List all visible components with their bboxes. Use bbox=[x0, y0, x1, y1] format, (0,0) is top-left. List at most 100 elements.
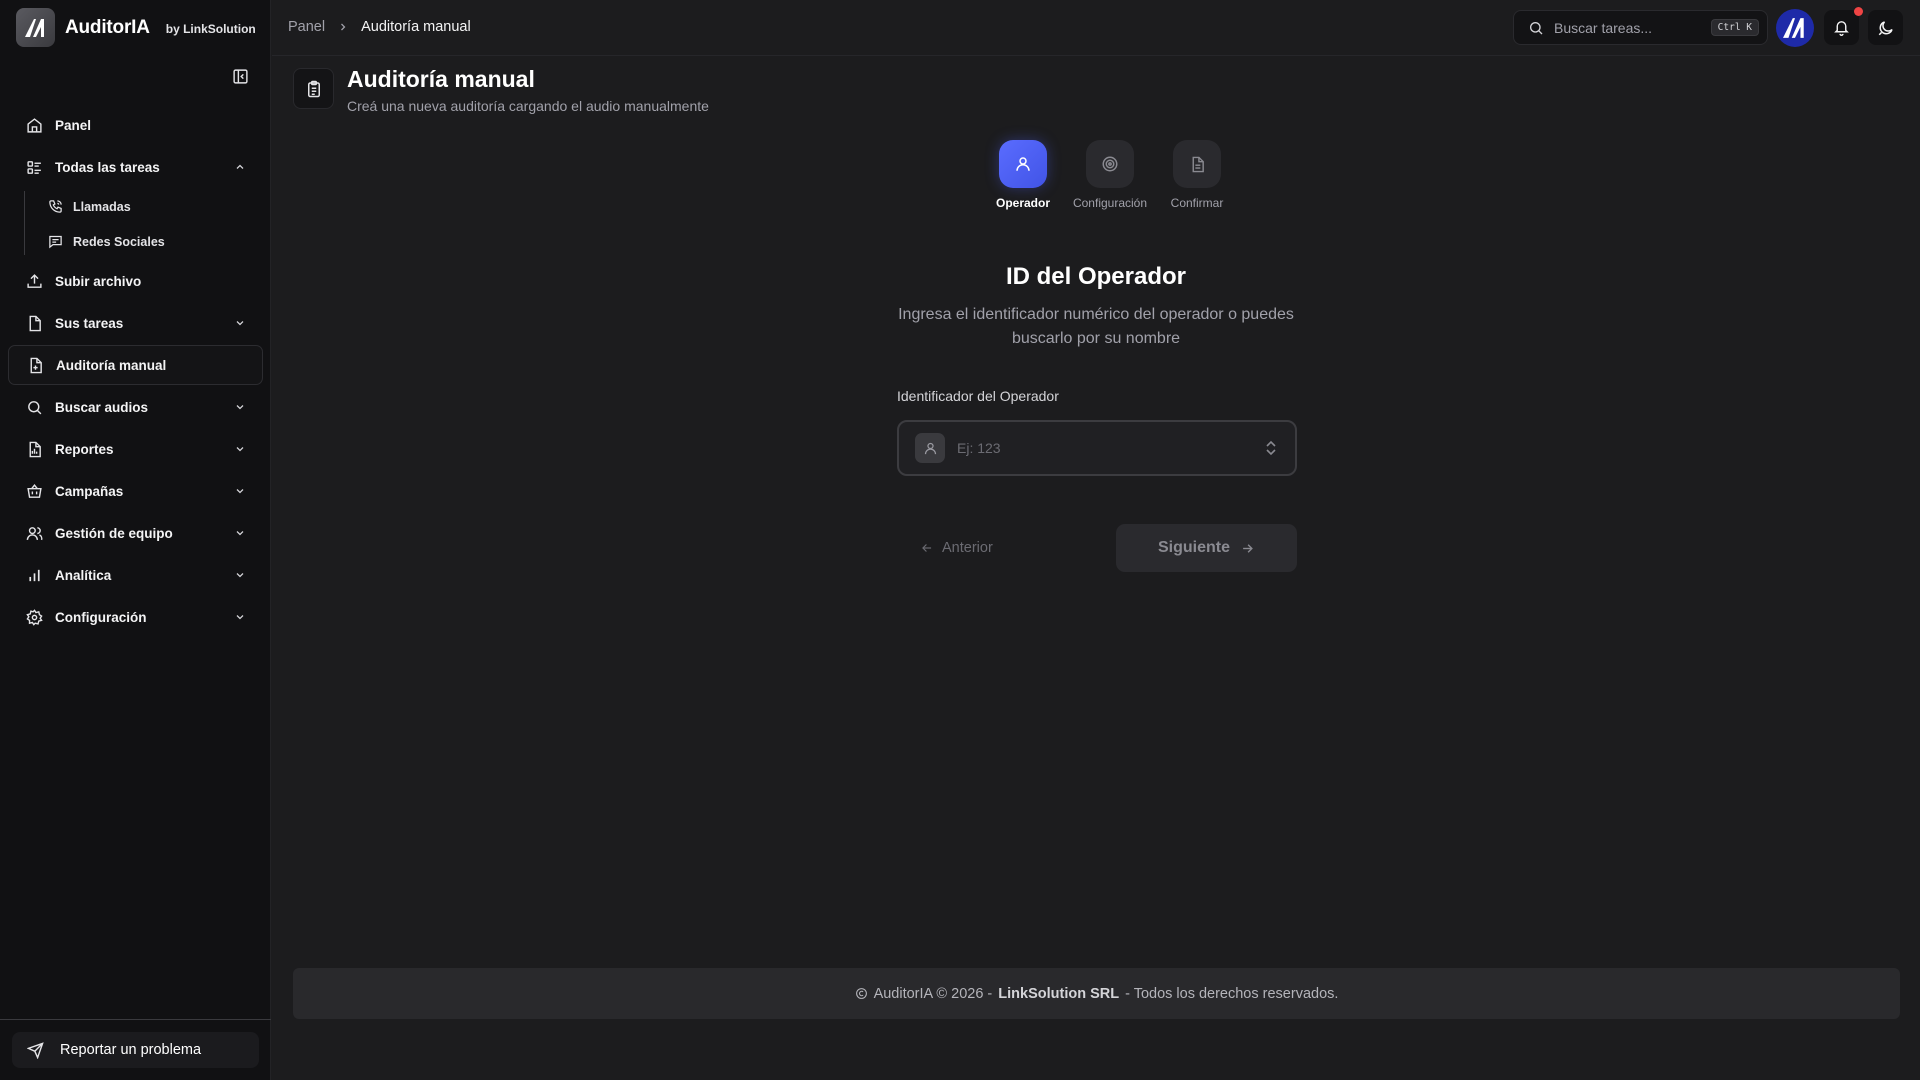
sidebar-item-analitica[interactable]: Analítica bbox=[8, 555, 263, 595]
stepper: Operador Configuración Confirmar bbox=[976, 140, 1236, 220]
step-confirmar[interactable]: Confirmar bbox=[1147, 140, 1247, 210]
sidebar-footer: Reportar un problema bbox=[0, 1019, 271, 1080]
sidebar-item-buscar-audios[interactable]: Buscar audios bbox=[8, 387, 263, 427]
message-icon bbox=[48, 234, 63, 249]
notifications-button[interactable] bbox=[1824, 10, 1859, 45]
report-icon bbox=[25, 440, 43, 458]
sidebar-item-label: Reportes bbox=[55, 441, 114, 457]
chart-icon bbox=[25, 566, 43, 584]
step-configuracion[interactable]: Configuración bbox=[1060, 140, 1160, 210]
gear-icon bbox=[25, 608, 43, 626]
campaign-icon bbox=[25, 482, 43, 500]
sidebar-item-configuracion[interactable]: Configuración bbox=[8, 597, 263, 637]
sidebar-item-label: Configuración bbox=[55, 609, 147, 625]
sidebar-item-campanas[interactable]: Campañas bbox=[8, 471, 263, 511]
document-icon bbox=[1173, 140, 1221, 188]
sidebar-item-label: Auditoría manual bbox=[56, 357, 167, 373]
brand-name: AuditorIA bbox=[65, 16, 150, 38]
sidebar-item-panel[interactable]: Panel bbox=[8, 105, 263, 145]
step-label: Operador bbox=[995, 196, 1050, 210]
chevron-down-icon[interactable] bbox=[233, 316, 247, 330]
brand-logo-icon bbox=[16, 8, 55, 47]
operator-id-label: Identificador del Operador bbox=[897, 388, 1059, 404]
step-label: Configuración bbox=[1072, 196, 1148, 210]
stepper-arrows-icon[interactable] bbox=[1261, 440, 1281, 456]
operator-id-field[interactable] bbox=[897, 420, 1297, 476]
sidebar-item-label: Gestión de equipo bbox=[55, 525, 173, 541]
sidebar-collapse-icon[interactable] bbox=[229, 65, 251, 87]
sidebar-item-auditoria-manual[interactable]: Auditoría manual bbox=[8, 345, 263, 385]
brand[interactable]: AuditorIA by LinkSolution bbox=[16, 8, 256, 47]
send-icon bbox=[27, 1041, 44, 1059]
bell-icon bbox=[1833, 19, 1850, 36]
sidebar-item-label: Analítica bbox=[55, 567, 112, 583]
topbar: Panel Auditoría manual Buscar tareas... … bbox=[272, 0, 1920, 56]
arrow-right-icon bbox=[1240, 541, 1255, 556]
report-problem-label: Reportar un problema bbox=[60, 1042, 202, 1058]
footer-prefix: AuditorIA © 2026 - bbox=[873, 985, 993, 1002]
page-title: Auditoría manual bbox=[347, 66, 535, 92]
sidebar-item-label: Campañas bbox=[55, 483, 124, 499]
tasks-icon bbox=[25, 158, 43, 176]
breadcrumb-root[interactable]: Panel bbox=[288, 19, 325, 35]
user-icon bbox=[915, 433, 945, 463]
next-button[interactable]: Siguiente bbox=[1116, 524, 1297, 572]
footer-company: LinkSolution SRL bbox=[998, 985, 1120, 1002]
users-icon bbox=[25, 524, 43, 542]
chevron-down-icon[interactable] bbox=[233, 568, 247, 582]
chevron-down-icon[interactable] bbox=[233, 526, 247, 540]
breadcrumb: Panel Auditoría manual bbox=[288, 19, 471, 35]
next-label: Siguiente bbox=[1157, 539, 1230, 556]
sidebar-item-label: Panel bbox=[55, 117, 92, 133]
step-label: Confirmar bbox=[1170, 196, 1224, 210]
sidebar-item-reportes[interactable]: Reportes bbox=[8, 429, 263, 469]
home-icon bbox=[25, 116, 43, 134]
sidebar-item-gestion-de-equipo[interactable]: Gestión de equipo bbox=[8, 513, 263, 553]
sidebar-item-label: Todas las tareas bbox=[55, 159, 160, 175]
page-subtitle: Creá una nueva auditoría cargando el aud… bbox=[347, 98, 709, 114]
previous-label: Anterior bbox=[942, 540, 993, 556]
user-icon bbox=[999, 140, 1047, 188]
breadcrumb-current: Auditoría manual bbox=[361, 19, 471, 35]
brand-byline: by LinkSolution bbox=[165, 22, 256, 36]
phone-icon bbox=[48, 199, 63, 214]
footer-suffix: - Todos los derechos reservados. bbox=[1125, 985, 1339, 1002]
search-shortcut-badge: Ctrl K bbox=[1710, 19, 1759, 36]
theme-toggle-button[interactable] bbox=[1868, 10, 1903, 45]
chevron-down-icon[interactable] bbox=[233, 442, 247, 456]
report-problem-button[interactable]: Reportar un problema bbox=[12, 1032, 259, 1068]
sidebar-nav: Panel Todas las tareas Llamadas Redes So… bbox=[8, 105, 263, 639]
chevron-down-icon[interactable] bbox=[233, 610, 247, 624]
sidebar-item-label: Llamadas bbox=[73, 199, 131, 214]
step-operador[interactable]: Operador bbox=[973, 140, 1073, 210]
sidebar-item-label: Sus tareas bbox=[55, 315, 124, 331]
file-plus-icon bbox=[26, 356, 44, 374]
search-input[interactable]: Buscar tareas... Ctrl K bbox=[1513, 10, 1768, 45]
sidebar-item-label: Subir archivo bbox=[55, 273, 142, 289]
sidebar-item-llamadas[interactable]: Llamadas bbox=[24, 189, 263, 224]
arrow-left-icon bbox=[920, 541, 934, 555]
sidebar: AuditorIA by LinkSolution Panel Todas la… bbox=[0, 0, 271, 1080]
search-icon bbox=[1528, 20, 1544, 36]
sidebar-item-subir-archivo[interactable]: Subir archivo bbox=[8, 261, 263, 301]
clipboard-icon bbox=[293, 68, 334, 109]
chevron-down-icon[interactable] bbox=[233, 484, 247, 498]
previous-button[interactable]: Anterior bbox=[920, 533, 993, 563]
sidebar-item-todas-las-tareas[interactable]: Todas las tareas bbox=[8, 147, 263, 187]
sidebar-item-redes-sociales[interactable]: Redes Sociales bbox=[24, 224, 263, 259]
notification-dot bbox=[1854, 7, 1863, 16]
chevron-down-icon[interactable] bbox=[233, 400, 247, 414]
page-header: Auditoría manual Creá una nueva auditorí… bbox=[293, 66, 709, 114]
avatar[interactable] bbox=[1776, 9, 1814, 47]
form-title: ID del Operador bbox=[1005, 263, 1187, 290]
search-placeholder: Buscar tareas... bbox=[1554, 19, 1653, 36]
search-icon bbox=[25, 398, 43, 416]
operator-id-input[interactable] bbox=[957, 440, 1261, 456]
file-icon bbox=[25, 314, 43, 332]
sidebar-item-label: Buscar audios bbox=[55, 399, 149, 415]
sidebar-item-label: Redes Sociales bbox=[73, 234, 165, 249]
moon-sun-icon bbox=[1877, 19, 1895, 37]
page-footer: AuditorIA © 2026 - LinkSolution SRL - To… bbox=[293, 968, 1900, 1019]
sidebar-item-sus-tareas[interactable]: Sus tareas bbox=[8, 303, 263, 343]
chevron-up-icon[interactable] bbox=[233, 160, 247, 174]
